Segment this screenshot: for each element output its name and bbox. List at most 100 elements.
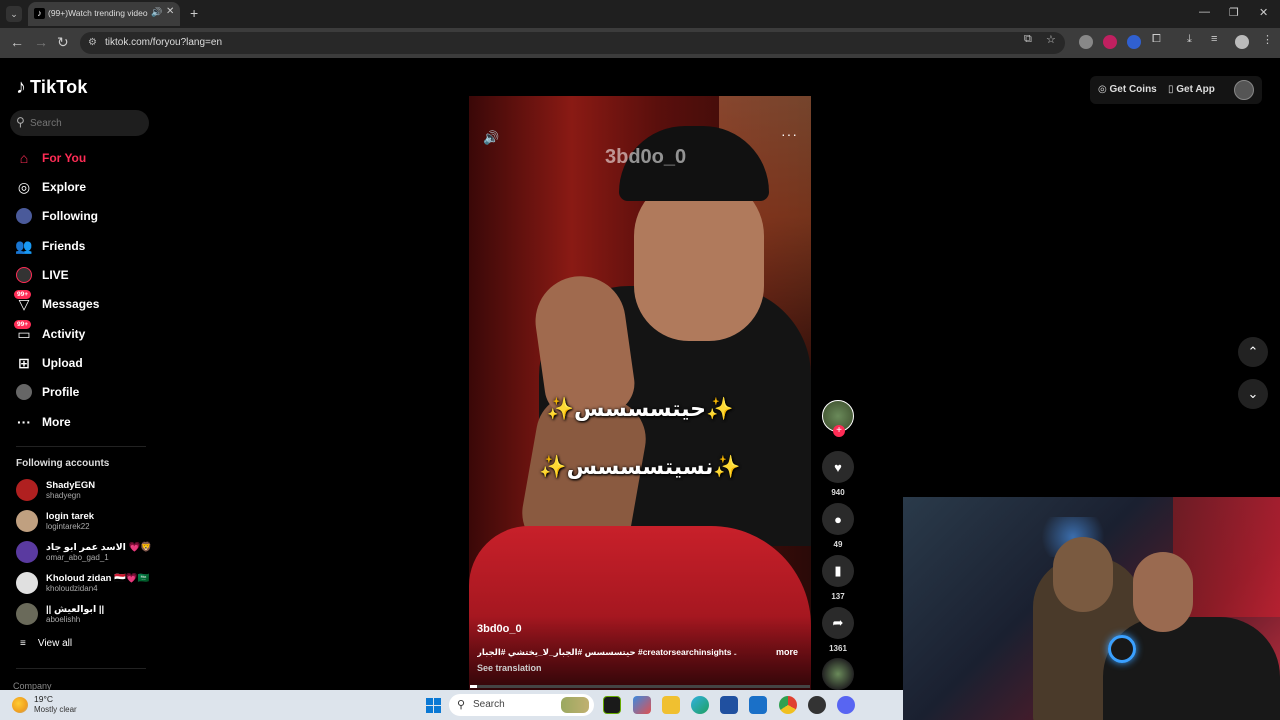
- description-more-button[interactable]: more: [776, 647, 798, 657]
- share-action[interactable]: ➦ 1361: [822, 607, 854, 653]
- address-bar[interactable]: ⚙ tiktok.com/foryou?lang=en: [80, 32, 1065, 54]
- profile-avatar-icon[interactable]: [1235, 35, 1249, 49]
- tab-search-icon[interactable]: ⌄: [6, 6, 22, 22]
- browser-menu-icon[interactable]: ⋮: [1262, 33, 1273, 46]
- install-app-icon[interactable]: ⧉: [1024, 33, 1032, 46]
- see-translation-link[interactable]: See translation: [477, 663, 542, 673]
- nav-for-you[interactable]: ⌂ For You: [16, 146, 86, 170]
- nav-friends[interactable]: 👥 Friends: [15, 234, 85, 258]
- company-link[interactable]: Company: [13, 681, 52, 690]
- windows-start-icon[interactable]: [426, 698, 441, 713]
- nav-label: Upload: [42, 356, 83, 370]
- nav-activity[interactable]: ▭ 99+ Activity: [14, 320, 85, 346]
- video-options-icon[interactable]: ···: [781, 126, 798, 142]
- extension-blue-icon[interactable]: [1127, 35, 1141, 49]
- volume-icon[interactable]: 🔊: [483, 130, 499, 146]
- friends-icon: 👥: [15, 237, 33, 254]
- save-action[interactable]: ▮ 137: [822, 555, 854, 601]
- webcam-person-head: [1053, 537, 1113, 612]
- following-account[interactable]: Kholoud zidan 🇾🇪💗🇸🇦 kholoudzidan4: [16, 571, 150, 595]
- webcam-person-body: [1103, 617, 1280, 720]
- account-name: ShadyEGN: [46, 480, 96, 491]
- get-app-label: Get App: [1176, 84, 1215, 95]
- nav-label: Explore: [42, 180, 87, 194]
- video-player[interactable]: 3bd0o_0 ✨حيتسسسس✨ ✨نسيتسسسس✨ 🔊 ··· 3bd0o…: [469, 96, 811, 690]
- widgets-app-icon[interactable]: [633, 696, 651, 714]
- tab-close-icon[interactable]: ✕: [166, 6, 174, 17]
- follow-plus-icon[interactable]: +: [833, 425, 845, 437]
- nav-label: More: [42, 415, 71, 429]
- outlook-app-icon[interactable]: [749, 696, 767, 714]
- tab-audio-icon[interactable]: 🔊: [151, 7, 162, 18]
- nav-messages[interactable]: ▽ 99+ Messages: [14, 290, 99, 316]
- chrome-app-icon[interactable]: [779, 696, 797, 714]
- weather-condition[interactable]: Mostly clear: [34, 705, 77, 714]
- nav-profile[interactable]: Profile: [16, 380, 79, 404]
- forward-icon[interactable]: →: [34, 34, 48, 50]
- previous-video-button[interactable]: ⌃: [1238, 337, 1268, 367]
- file-explorer-icon[interactable]: [662, 696, 680, 714]
- discord-app-icon[interactable]: [837, 696, 855, 714]
- video-progress-bar[interactable]: [470, 685, 810, 688]
- nav-following[interactable]: Following: [16, 204, 98, 228]
- view-all-link[interactable]: ≡ View all: [20, 638, 72, 649]
- taskbar-search-label: Search: [473, 699, 505, 710]
- sidebar-divider: [16, 668, 146, 669]
- tiktok-logo[interactable]: ♪ TikTok: [16, 76, 88, 99]
- account-handle: shadyegn: [46, 491, 81, 500]
- following-account[interactable]: ShadyEGN shadyegn: [16, 478, 95, 502]
- maximize-icon[interactable]: ❐: [1229, 6, 1239, 19]
- get-coins-label: Get Coins: [1109, 84, 1157, 95]
- heart-icon[interactable]: ♥: [822, 451, 854, 483]
- search-icon: ⚲: [457, 699, 466, 711]
- share-icon[interactable]: ➦: [822, 607, 854, 639]
- close-window-icon[interactable]: ✕: [1259, 6, 1268, 19]
- video-caption-line: ✨حيتسسسس✨: [546, 396, 734, 421]
- like-action[interactable]: ♥ 940: [822, 451, 854, 497]
- reload-icon[interactable]: ↻: [57, 34, 69, 51]
- site-info-icon[interactable]: ⚙: [88, 37, 97, 48]
- extension-globe-icon[interactable]: [1079, 35, 1093, 49]
- account-handle: logintarek22: [46, 522, 90, 531]
- tab-media-icon[interactable]: ≡: [1211, 33, 1217, 45]
- minimize-icon[interactable]: —: [1199, 6, 1210, 18]
- following-account[interactable]: الاسد عمر ابو جاد 💗🦁 omar_abo_gad_1: [16, 540, 152, 564]
- extensions-puzzle-icon[interactable]: ⧠: [1152, 33, 1161, 46]
- user-avatar[interactable]: [1234, 80, 1254, 100]
- activity-icon: ▭ 99+: [14, 320, 32, 342]
- nav-more[interactable]: ··· More: [16, 410, 71, 434]
- search-box[interactable]: ⚲: [10, 110, 149, 136]
- music-disc-icon[interactable]: [822, 658, 854, 690]
- get-coins-button[interactable]: ◎ Get Coins: [1098, 84, 1157, 95]
- nav-explore[interactable]: ◎ Explore: [16, 175, 86, 199]
- comment-action[interactable]: ● 49: [822, 503, 854, 549]
- weather-icon[interactable]: [12, 697, 28, 713]
- following-account[interactable]: login tarek logintarek22: [16, 509, 94, 533]
- search-input[interactable]: [30, 115, 140, 131]
- browser-tab[interactable]: ♪ (99+)Watch trending videos 🔊 ✕: [28, 2, 180, 26]
- get-app-button[interactable]: ▯ Get App: [1168, 84, 1215, 95]
- taskbar-search[interactable]: ⚲ Search: [449, 694, 594, 716]
- next-video-button[interactable]: ⌄: [1238, 379, 1268, 409]
- nav-upload[interactable]: ⊞ Upload: [16, 351, 83, 375]
- tiktok-favicon-icon: ♪: [34, 8, 45, 19]
- obs-app-icon[interactable]: [808, 696, 826, 714]
- store-app-icon[interactable]: [720, 696, 738, 714]
- extension-pink-icon[interactable]: [1103, 35, 1117, 49]
- edge-browser-icon[interactable]: [691, 696, 709, 714]
- list-icon: ≡: [20, 638, 26, 649]
- video-author[interactable]: 3bd0o_0: [477, 623, 522, 635]
- progress-fill: [470, 685, 477, 688]
- comment-icon[interactable]: ●: [822, 503, 854, 535]
- nav-live[interactable]: LIVE: [16, 263, 69, 287]
- weather-temp[interactable]: 19°C: [34, 694, 53, 704]
- terminal-app-icon[interactable]: [603, 696, 621, 714]
- bookmark-icon[interactable]: ▮: [822, 555, 854, 587]
- following-account[interactable]: || ابوالعيش || aboelishh: [16, 602, 104, 626]
- back-icon[interactable]: ←: [10, 34, 24, 50]
- bookmark-star-icon[interactable]: ☆: [1046, 33, 1056, 46]
- account-name: الاسد عمر ابو جاد 💗🦁: [46, 542, 153, 553]
- downloads-icon[interactable]: ⤓: [1187, 33, 1192, 46]
- search-highlight-icon: [561, 697, 589, 713]
- new-tab-icon[interactable]: +: [190, 5, 198, 21]
